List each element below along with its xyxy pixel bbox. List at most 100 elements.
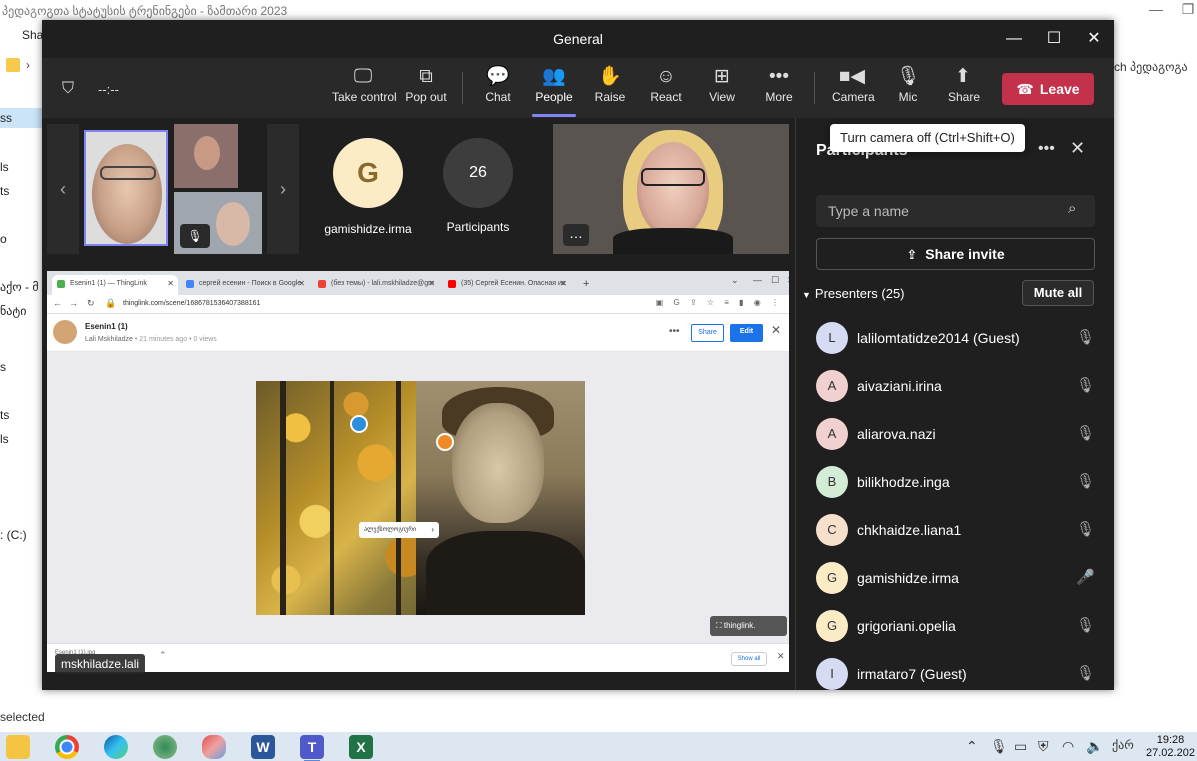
avatar[interactable]: [53, 320, 77, 344]
chrome-icon[interactable]: [55, 735, 79, 759]
explorer-nav-selected[interactable]: ss: [0, 108, 42, 128]
pop-out-button[interactable]: ⧉ Pop out: [404, 64, 448, 114]
close-icon[interactable]: ✕: [1070, 138, 1085, 159]
participant-row[interactable]: Bbilikhodze.inga 🎙: [816, 462, 1095, 502]
people-button[interactable]: 👥 People: [532, 64, 576, 117]
close-tab-icon[interactable]: ✕: [560, 275, 567, 293]
teams-icon[interactable]: T: [300, 735, 324, 761]
minimize-icon[interactable]: —: [753, 275, 762, 285]
mic-off-icon[interactable]: 🎙: [1076, 472, 1095, 490]
presenters-header[interactable]: ▼ Presenters (25): [802, 286, 905, 301]
excel-icon[interactable]: X: [349, 735, 373, 759]
close-tab-icon[interactable]: ✕: [298, 275, 305, 293]
close-button[interactable]: ✕: [1082, 28, 1106, 50]
camera-button[interactable]: ■◀ Camera: [832, 64, 875, 114]
hotspot-icon[interactable]: [350, 415, 368, 433]
mic-off-icon[interactable]: 🎙: [1076, 424, 1095, 442]
video-tile[interactable]: 🎙: [174, 192, 262, 254]
video-tile-speaker[interactable]: …: [553, 124, 789, 254]
mic-off-icon[interactable]: 🎙: [1076, 616, 1095, 634]
take-control-button[interactable]: 🖵 Take control: [332, 64, 397, 114]
clock[interactable]: 19:28 27.02.202: [1146, 734, 1195, 760]
share-invite-button[interactable]: ⇪ Share invite: [816, 238, 1095, 270]
explorer-nav-item[interactable]: აქო - მ: [0, 280, 39, 294]
wifi-icon[interactable]: ◠: [1062, 738, 1074, 755]
explorer-share-tab[interactable]: Sha: [22, 28, 43, 42]
security-icon[interactable]: ⛨: [1038, 738, 1049, 755]
explorer-nav-item[interactable]: s: [0, 360, 6, 374]
chevron-up-icon[interactable]: ⌃: [966, 738, 978, 755]
word-icon[interactable]: W: [251, 735, 275, 759]
more-icon[interactable]: •••: [1038, 140, 1055, 158]
participant-row[interactable]: Aaliarova.nazi 🎙: [816, 414, 1095, 454]
view-button[interactable]: ⊞ View: [706, 64, 738, 114]
shared-screen[interactable]: Esenin1 (1) — ThingLink ✕ сергей есенин - …: [47, 271, 789, 672]
minimize-icon[interactable]: —: [1144, 1, 1168, 17]
globe-icon[interactable]: [153, 735, 177, 759]
explorer-nav-item[interactable]: ls: [0, 160, 9, 174]
show-all-button[interactable]: Show all: [731, 652, 767, 666]
video-tile-active[interactable]: [84, 130, 168, 246]
battery-icon[interactable]: ▭: [1014, 738, 1027, 755]
participant-row[interactable]: Llalilomtatidze2014 (Guest) 🎙: [816, 318, 1095, 358]
maximize-icon[interactable]: ☐: [771, 275, 779, 286]
explorer-search-text[interactable]: ch პედაგოგა: [1114, 60, 1188, 74]
raise-hand-button[interactable]: ✋ Raise: [592, 64, 628, 114]
browser-tab[interactable]: (без темы) - lali.mskhiladze@gm ✕: [313, 275, 439, 295]
more-icon[interactable]: …: [563, 224, 589, 246]
scene-share-button[interactable]: Share: [691, 324, 724, 342]
mic-button[interactable]: 🎙 Mic: [894, 64, 922, 114]
explorer-nav-item[interactable]: ls: [0, 432, 9, 446]
participant-avatar[interactable]: G: [333, 138, 403, 208]
participant-row[interactable]: Ggrigoriani.opelia 🎙: [816, 606, 1095, 646]
browser-address-bar[interactable]: ← → ↻ 🔒 thinglink.com/scene/168678153640…: [47, 295, 789, 314]
explorer-nav-item[interactable]: ts: [0, 408, 9, 422]
mic-off-icon[interactable]: 🎙: [1076, 520, 1095, 538]
scene-edit-button[interactable]: Edit: [730, 324, 763, 342]
browser-extension-icons[interactable]: ▣ G ⇪ ☆ ≡ ▮ ◉ ⋮: [656, 298, 783, 307]
reload-icon[interactable]: ↻: [87, 298, 95, 309]
explorer-nav-item[interactable]: ნატი: [0, 304, 26, 318]
paint-icon[interactable]: [202, 735, 226, 759]
new-tab-button[interactable]: +: [577, 275, 597, 295]
close-icon[interactable]: ✕: [787, 275, 789, 286]
shield-icon[interactable]: ⛉: [62, 80, 74, 98]
strip-prev-button[interactable]: ‹: [47, 124, 79, 254]
more-button[interactable]: ••• More: [762, 64, 796, 114]
mic-off-icon[interactable]: 🎙: [1076, 664, 1095, 682]
participant-row[interactable]: Aaivaziani.irina 🎙: [816, 366, 1095, 406]
file-explorer-icon[interactable]: [6, 735, 30, 759]
maximize-button[interactable]: ☐: [1042, 28, 1066, 50]
mic-icon[interactable]: 🎙: [990, 738, 1008, 755]
hotspot-label[interactable]: ალექსოლოგიური ›: [359, 522, 439, 538]
participant-row[interactable]: Ggamishidze.irma 🎤: [816, 558, 1095, 598]
video-tile[interactable]: [174, 124, 238, 188]
restore-icon[interactable]: ❐: [1176, 1, 1197, 18]
minimize-button[interactable]: —: [1002, 28, 1026, 50]
participant-row[interactable]: Cchkhaidze.liana1 🎙: [816, 510, 1095, 550]
url-text[interactable]: thinglink.com/scene/1686781536407388161: [123, 300, 260, 307]
volume-icon[interactable]: 🔈: [1086, 738, 1103, 755]
search-icon[interactable]: ⌕: [1068, 200, 1076, 217]
explorer-nav-item[interactable]: ts: [0, 184, 9, 198]
more-icon[interactable]: •••: [669, 326, 680, 337]
mic-off-icon[interactable]: 🎙: [1076, 376, 1095, 394]
mute-all-button[interactable]: Mute all: [1022, 280, 1094, 306]
participants-count[interactable]: 26: [443, 138, 513, 208]
browser-tab[interactable]: (35) Сергей Есенин. Опасная ис ✕: [443, 275, 571, 295]
react-button[interactable]: ☺ React: [648, 64, 684, 114]
explorer-address[interactable]: ›: [0, 56, 44, 78]
strip-next-button[interactable]: ›: [267, 124, 299, 254]
close-tab-icon[interactable]: ✕: [167, 275, 174, 293]
mic-icon[interactable]: 🎤: [1076, 568, 1095, 586]
close-icon[interactable]: ✕: [777, 651, 785, 662]
chevron-down-icon[interactable]: ⌄: [731, 275, 739, 286]
edge-icon[interactable]: [104, 735, 128, 759]
close-icon[interactable]: ✕: [771, 323, 781, 337]
thinglink-badge[interactable]: ⛶ thinglink.: [710, 616, 787, 636]
hotspot-icon[interactable]: [436, 433, 454, 451]
share-button[interactable]: ⬆ Share: [948, 64, 980, 114]
browser-tab[interactable]: сергей есенин - Поиск в Google ✕: [181, 275, 309, 295]
language-indicator[interactable]: ქარ: [1112, 738, 1134, 752]
explorer-nav-item[interactable]: : (C:): [0, 528, 27, 542]
